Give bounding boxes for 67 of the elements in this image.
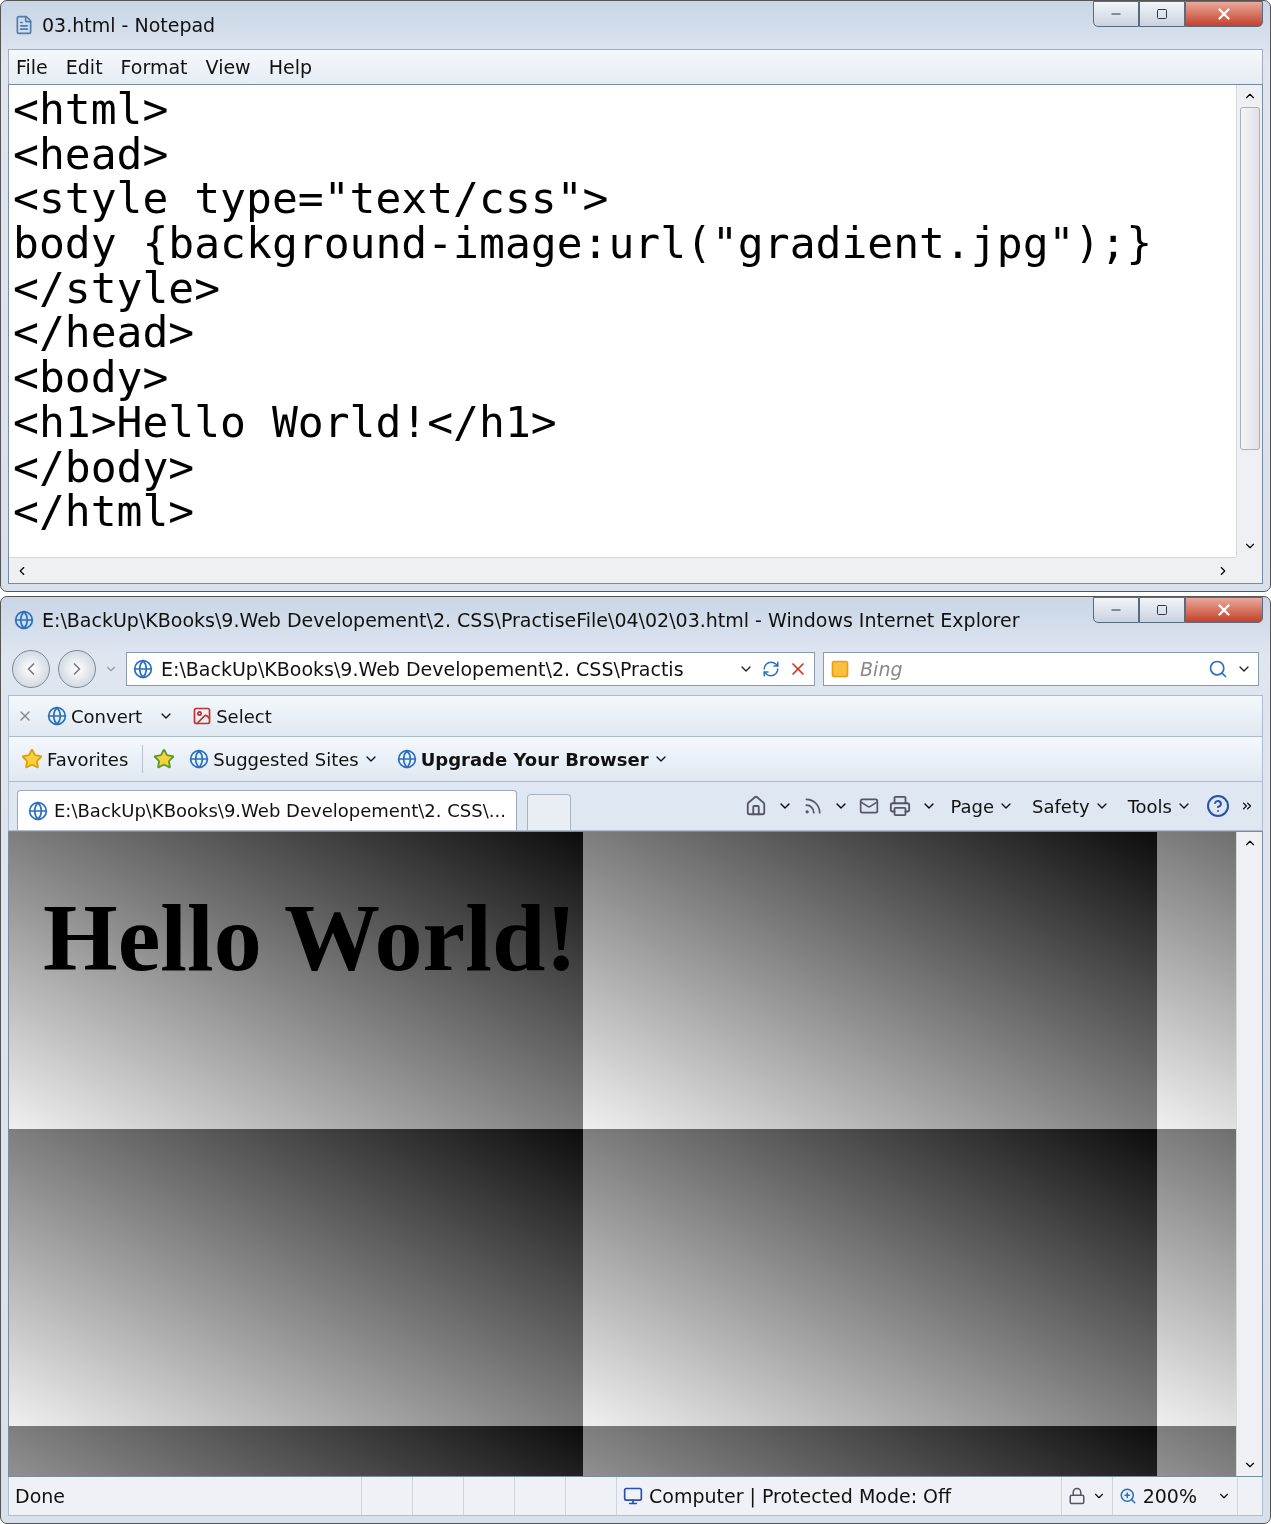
menu-item[interactable]: Edit <box>58 56 110 78</box>
minimize-button[interactable] <box>1093 1 1139 27</box>
maximize-icon <box>1156 8 1168 20</box>
close-icon <box>1215 601 1233 619</box>
code-line: <body> <box>13 355 170 400</box>
favorites-link[interactable]: Suggested Sites <box>185 746 383 772</box>
address-bar[interactable]: E:\BackUp\KBooks\9.Web Developement\2. CSS\Practis <box>126 652 816 686</box>
browser-tab[interactable]: E:\BackUp\KBooks\9.Web Developement\2. CSS\... <box>17 790 517 830</box>
menu-button[interactable]: Page <box>946 793 1019 819</box>
window-title: 03.html - Notepad <box>42 14 217 36</box>
picture-icon <box>192 706 213 726</box>
browser-icon <box>14 610 34 630</box>
toolbar-button[interactable]: Select <box>188 703 276 729</box>
menu-button[interactable]: Tools <box>1123 793 1196 819</box>
maximize-button[interactable] <box>1139 597 1185 623</box>
address-text: E:\BackUp\KBooks\9.Web Developement\2. CSS\Practis <box>161 658 685 680</box>
search-button[interactable] <box>1208 659 1228 679</box>
close-button[interactable] <box>1185 1 1263 27</box>
scroll-thumb[interactable] <box>1239 107 1260 450</box>
protected-mode-button[interactable] <box>1067 1487 1086 1505</box>
vertical-scrollbar[interactable] <box>1236 832 1262 1476</box>
maximize-icon <box>1156 604 1168 616</box>
globe-icon <box>47 706 67 726</box>
menu-item[interactable]: Help <box>261 56 319 78</box>
close-icon <box>1215 5 1233 23</box>
menu-item[interactable]: Format <box>113 56 195 78</box>
home-button[interactable] <box>744 795 767 817</box>
mail-button[interactable] <box>858 796 879 816</box>
window-title: E:\BackUp\KBooks\9.Web Developement\2. CSS\PractiseFile\04\02\03.html - Windows Internet Explorer <box>42 609 1021 631</box>
forward-button[interactable] <box>58 650 96 688</box>
print-button[interactable] <box>888 795 911 817</box>
text-editor[interactable]: <html> <head> <style type="text/css"> body {background-image:url("gradient.jpg");} </style> </head> <body> <h1>Hello World!</h1> </body> </html> <box>8 84 1263 584</box>
menu-item[interactable]: File <box>9 56 55 78</box>
code-line: <html> <box>13 87 170 132</box>
code-line: </body> <box>13 444 196 490</box>
computer-icon <box>623 1486 643 1506</box>
horizontal-scrollbar[interactable] <box>9 557 1236 583</box>
favorites-button[interactable]: Favorites <box>17 746 133 772</box>
page-heading: Hello World! <box>43 883 578 993</box>
code-line: <head> <box>13 131 170 177</box>
more-icon <box>1240 799 1254 813</box>
notepad-icon <box>14 15 34 35</box>
search-field[interactable]: Bing <box>823 652 1259 686</box>
globe-icon <box>28 800 48 821</box>
add-favorite-button[interactable] <box>153 748 176 770</box>
refresh-button[interactable] <box>762 660 781 678</box>
vertical-scrollbar[interactable] <box>1236 85 1262 557</box>
back-button[interactable] <box>12 650 50 688</box>
globe-icon <box>396 749 417 769</box>
menu-button[interactable]: Safety <box>1028 793 1114 819</box>
menu-item[interactable]: View <box>198 56 258 78</box>
maximize-button[interactable] <box>1139 1 1185 27</box>
zoom-level: 200% <box>1142 1485 1197 1507</box>
help-button[interactable] <box>1206 794 1230 818</box>
page-icon <box>133 659 153 679</box>
status-text: Done <box>15 1485 65 1507</box>
minimize-button[interactable] <box>1093 597 1139 623</box>
favorites-link[interactable]: Upgrade Your Browser <box>392 746 673 772</box>
zoom-button[interactable] <box>1118 1487 1137 1505</box>
close-button[interactable] <box>1185 597 1263 623</box>
code-line: <style type="text/css"> <box>13 176 610 222</box>
security-zone: Computer | Protected Mode: Off <box>649 1485 952 1507</box>
search-provider-icon <box>830 659 851 679</box>
star-icon <box>21 748 43 770</box>
globe-icon <box>189 749 210 769</box>
code-line: body {background-image:url("gradient.jpg");} <box>13 221 1154 266</box>
toolbar-button[interactable]: Convert <box>43 703 179 729</box>
